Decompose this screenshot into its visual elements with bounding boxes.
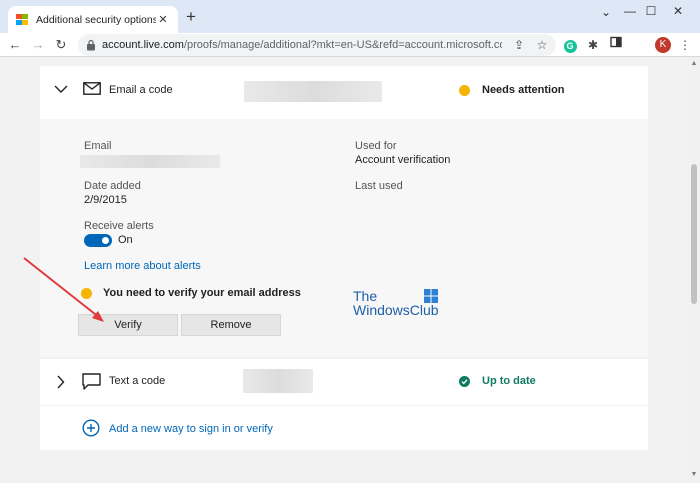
url-path: /proofs/manage/additional?mkt=en-US&refd… — [183, 39, 502, 51]
redacted-email — [244, 81, 382, 102]
extensions-puzzle-icon[interactable]: ✱ — [584, 36, 602, 54]
envelope-icon — [83, 82, 101, 95]
grammarly-icon[interactable]: G — [561, 36, 579, 54]
needs-attention-status: Needs attention — [482, 84, 565, 96]
add-circle-icon[interactable] — [82, 419, 100, 437]
watermark-line2: WindowsClub — [353, 302, 439, 318]
email-label: Email — [84, 140, 112, 152]
add-new-way-link[interactable]: Add a new way to sign in or verify — [109, 423, 273, 435]
email-details-panel: Email Used for Account verification Date… — [40, 119, 648, 357]
used-for-value: Account verification — [355, 154, 451, 166]
browser-tab[interactable]: Additional security options ✕ — [8, 6, 178, 33]
warning-icon — [81, 288, 92, 299]
date-added-label: Date added — [84, 180, 141, 192]
scroll-down-icon[interactable]: ▼ — [690, 471, 698, 478]
toggle-state-label: On — [118, 234, 133, 246]
date-added-value: 2/9/2015 — [84, 194, 127, 206]
warning-icon — [459, 85, 470, 96]
remove-button[interactable]: Remove — [181, 314, 281, 336]
maximize-button[interactable]: ☐ — [641, 4, 661, 18]
forward-icon[interactable]: → — [29, 36, 47, 54]
back-icon[interactable]: ← — [6, 36, 24, 54]
receive-alerts-toggle[interactable] — [84, 234, 112, 247]
chevron-down-icon[interactable] — [54, 84, 68, 94]
add-new-way-row[interactable]: Add a new way to sign in or verify — [40, 406, 648, 450]
close-tab-icon[interactable]: ✕ — [156, 13, 170, 26]
profile-avatar[interactable]: K — [655, 37, 671, 53]
chat-bubble-icon — [82, 373, 101, 390]
new-tab-button[interactable]: + — [186, 8, 196, 26]
redacted-email-value — [80, 155, 220, 168]
url-host: account.live.com — [102, 39, 184, 51]
menu-dots-icon[interactable]: ⋮ — [676, 36, 694, 54]
windows-logo-icon — [424, 289, 438, 303]
chevron-right-icon[interactable] — [56, 375, 65, 389]
text-a-code-row[interactable]: Text a code Up to date — [40, 359, 648, 405]
email-a-code-row[interactable]: Email a code Needs attention — [40, 66, 648, 119]
address-bar[interactable]: account.live.com/proofs/manage/additiona… — [78, 34, 556, 56]
browser-toolbar: ← → ↻ account.live.com/proofs/manage/add… — [0, 33, 700, 57]
close-window-button[interactable]: ✕ — [668, 4, 688, 18]
reading-list-icon[interactable] — [607, 35, 625, 53]
text-a-code-label: Text a code — [109, 375, 166, 387]
reload-icon[interactable]: ↻ — [52, 36, 70, 54]
thewindowsclub-watermark: The WindowsClub — [353, 289, 439, 317]
share-icon[interactable]: ⇪ — [510, 36, 528, 54]
verify-warning-text: You need to verify your email address — [103, 287, 301, 299]
used-for-label: Used for — [355, 140, 397, 152]
tab-bar: Additional security options ✕ + ⌄ — ☐ ✕ — [0, 0, 700, 33]
scrollbar-thumb[interactable] — [691, 164, 697, 304]
bookmark-star-icon[interactable]: ☆ — [533, 36, 551, 54]
page-content: Email a code Needs attention Email Used … — [0, 57, 688, 483]
page-scrollbar[interactable]: ▲ ▼ — [688, 57, 700, 483]
checkmark-icon — [459, 376, 470, 387]
verify-button[interactable]: Verify — [78, 314, 178, 336]
learn-more-alerts-link[interactable]: Learn more about alerts — [84, 260, 201, 272]
tab-search-icon[interactable]: ⌄ — [596, 5, 616, 19]
tab-title: Additional security options — [36, 13, 156, 26]
microsoft-logo-icon — [16, 13, 28, 26]
redacted-phone — [243, 369, 313, 393]
lock-icon — [87, 39, 95, 51]
last-used-label: Last used — [355, 180, 403, 192]
scroll-up-icon[interactable]: ▲ — [690, 60, 698, 67]
minimize-button[interactable]: — — [620, 4, 640, 18]
email-a-code-label: Email a code — [109, 84, 173, 96]
receive-alerts-label: Receive alerts — [84, 220, 154, 232]
up-to-date-status: Up to date — [482, 375, 536, 387]
